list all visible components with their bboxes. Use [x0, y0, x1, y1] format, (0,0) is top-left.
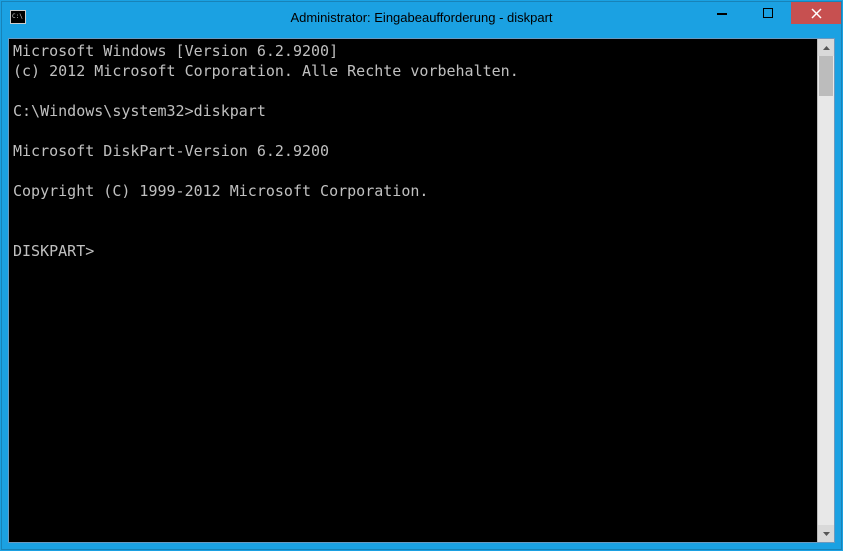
maximize-button[interactable] — [745, 2, 791, 24]
minimize-icon — [717, 8, 727, 18]
minimize-button[interactable] — [699, 2, 745, 24]
console-container: Microsoft Windows [Version 6.2.9200] (c)… — [8, 38, 835, 543]
application-window: Administrator: Eingabeaufforderung - dis… — [1, 1, 842, 550]
cmd-icon — [10, 10, 26, 24]
scroll-thumb[interactable] — [819, 56, 833, 96]
scroll-track[interactable] — [818, 56, 834, 525]
client-area: Microsoft Windows [Version 6.2.9200] (c)… — [2, 32, 841, 549]
window-controls — [699, 2, 841, 32]
vertical-scrollbar[interactable] — [817, 39, 834, 542]
maximize-icon — [763, 8, 773, 18]
scroll-down-button[interactable] — [818, 525, 834, 542]
chevron-down-icon — [823, 532, 830, 536]
titlebar[interactable]: Administrator: Eingabeaufforderung - dis… — [2, 2, 841, 32]
close-button[interactable] — [791, 2, 841, 24]
scroll-up-button[interactable] — [818, 39, 834, 56]
chevron-up-icon — [823, 46, 830, 50]
console-output[interactable]: Microsoft Windows [Version 6.2.9200] (c)… — [9, 39, 817, 542]
close-icon — [811, 8, 822, 19]
